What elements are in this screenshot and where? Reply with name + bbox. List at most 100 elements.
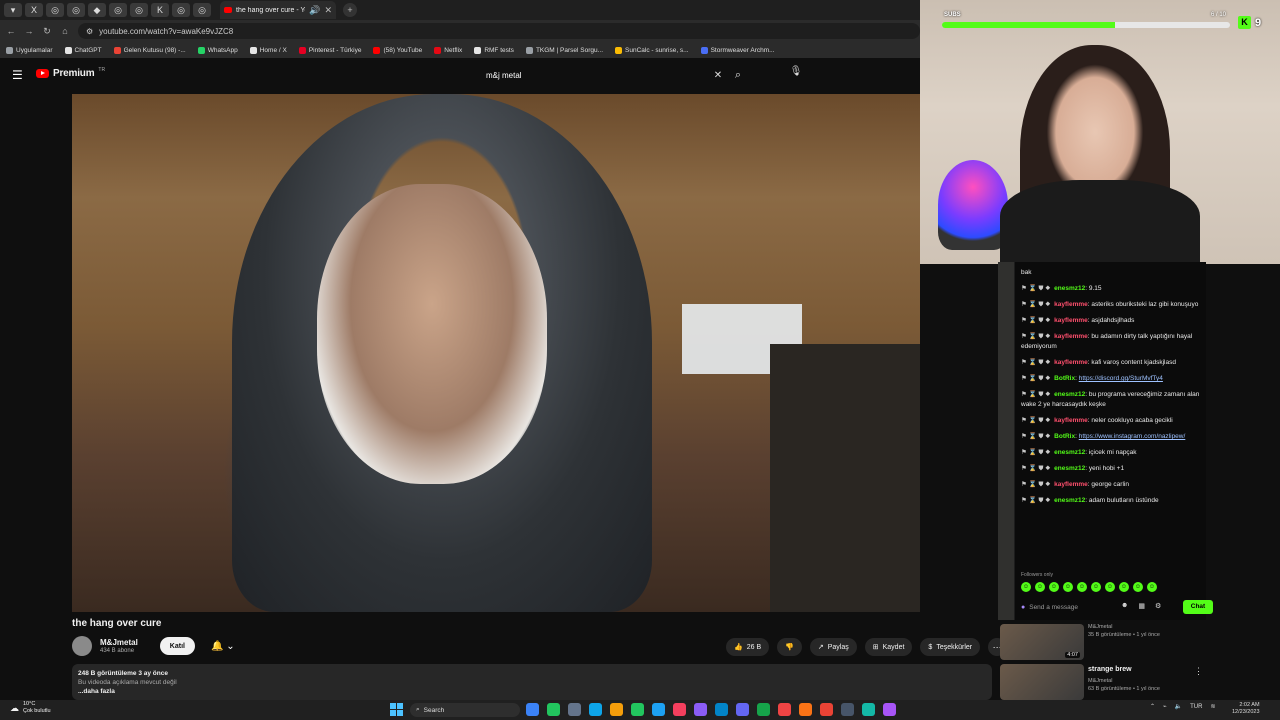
address-bar[interactable]: ⚙ youtube.com/watch?v=awaKe9vJZC8 bbox=[78, 23, 920, 39]
taskbar-app-icon[interactable] bbox=[631, 703, 644, 716]
bookmark-item[interactable]: Home / X bbox=[249, 46, 287, 54]
chat-username[interactable]: kayflemme bbox=[1054, 359, 1088, 366]
taskbar-app-icon[interactable] bbox=[715, 703, 728, 716]
taskbar-app-icon[interactable] bbox=[526, 703, 539, 716]
taskbar-app-icon[interactable] bbox=[757, 703, 770, 716]
chat-username[interactable]: enesmz12 bbox=[1054, 497, 1085, 504]
settings-icon[interactable]: ⚙ bbox=[1155, 602, 1161, 610]
video-player[interactable] bbox=[72, 94, 920, 612]
pinned-tab-icon[interactable]: ◎ bbox=[172, 3, 190, 17]
chat-username[interactable]: BotRix bbox=[1054, 433, 1075, 440]
voice-search-icon[interactable]: 🎙 bbox=[787, 66, 805, 84]
new-tab-icon[interactable]: + bbox=[343, 3, 357, 17]
taskbar-app-icon[interactable] bbox=[673, 703, 686, 716]
more-options-icon[interactable]: ⋮ bbox=[1194, 666, 1203, 677]
taskbar-app-icon[interactable] bbox=[736, 703, 749, 716]
save-button[interactable]: ⊞ Kaydet bbox=[864, 638, 913, 656]
emote-icon[interactable]: ☺ bbox=[1049, 582, 1059, 592]
taskbar-app-icon[interactable] bbox=[652, 703, 665, 716]
pinned-tab-icon[interactable]: ◎ bbox=[46, 3, 64, 17]
bookmark-item[interactable]: SunCalc - sunrise, s... bbox=[615, 46, 689, 54]
join-button[interactable]: Katıl bbox=[159, 637, 195, 655]
bookmark-item[interactable]: Netflix bbox=[434, 46, 462, 54]
taskbar-app-icon[interactable] bbox=[883, 703, 896, 716]
chat-username[interactable]: BotRix bbox=[1054, 375, 1075, 382]
volume-icon[interactable]: 🔈 bbox=[1175, 703, 1182, 710]
emote-icon[interactable]: ☺ bbox=[1077, 582, 1087, 592]
pinned-tab-icon[interactable]: ◎ bbox=[130, 3, 148, 17]
like-button[interactable]: 👍 26 B bbox=[726, 638, 770, 656]
emoji-icon[interactable]: ☻ bbox=[1121, 602, 1128, 610]
related-thumbnail[interactable]: 4:07 bbox=[1000, 624, 1084, 660]
pinned-tab-icon[interactable]: ◆ bbox=[88, 3, 106, 17]
emote-icon[interactable]: ☺ bbox=[1119, 582, 1129, 592]
chat-username[interactable]: enesmz12 bbox=[1054, 449, 1085, 456]
taskbar-app-icon[interactable] bbox=[799, 703, 812, 716]
chat-username[interactable]: kayflemme bbox=[1054, 481, 1088, 488]
chat-send-button[interactable]: Chat bbox=[1183, 600, 1213, 614]
chat-username[interactable]: kayflemme bbox=[1054, 333, 1088, 340]
emote-icon[interactable]: ☺ bbox=[1091, 582, 1101, 592]
chat-username[interactable]: enesmz12 bbox=[1054, 285, 1085, 292]
related-title[interactable]: strange brew bbox=[1088, 666, 1132, 673]
pinned-tab-icon[interactable]: ◎ bbox=[193, 3, 211, 17]
taskbar-search[interactable]: ⌕ Search bbox=[410, 703, 520, 717]
taskbar-app-icon[interactable] bbox=[610, 703, 623, 716]
pinned-tab-icon[interactable]: ◎ bbox=[67, 3, 85, 17]
bookmark-item[interactable]: (58) YouTube bbox=[373, 46, 422, 54]
bookmark-item[interactable]: WhatsApp bbox=[197, 46, 238, 54]
clock[interactable]: 2:02 AM 12/23/2023 bbox=[1232, 702, 1260, 716]
related-channel[interactable]: M&Jmetal bbox=[1088, 678, 1112, 684]
taskbar-app-icon[interactable] bbox=[820, 703, 833, 716]
thanks-button[interactable]: $ Teşekkürler bbox=[920, 638, 981, 656]
emote-icon[interactable]: ☺ bbox=[1133, 582, 1143, 592]
gift-icon[interactable]: ▦ bbox=[1138, 602, 1145, 610]
close-tab-icon[interactable]: ✕ bbox=[324, 5, 332, 16]
share-button[interactable]: ↗ Paylaş bbox=[809, 638, 857, 656]
forward-icon[interactable]: → bbox=[24, 26, 34, 36]
taskbar-app-icon[interactable] bbox=[589, 703, 602, 716]
pinned-tab-icon[interactable]: ◎ bbox=[109, 3, 127, 17]
related-video[interactable]: 4:07 M&Jmetal 35 B görüntüleme • 1 yıl önc… bbox=[998, 620, 1280, 660]
chat-username[interactable]: kayflemme bbox=[1054, 301, 1088, 308]
taskbar-app-icon[interactable] bbox=[841, 703, 854, 716]
chat-username[interactable]: enesmz12 bbox=[1054, 391, 1085, 398]
description-box[interactable]: 248 B görüntüleme 3 ay önce Bu videoda a… bbox=[72, 664, 992, 700]
speaker-icon[interactable]: 🔊 bbox=[309, 5, 320, 16]
bookmark-item[interactable]: Uygulamalar bbox=[6, 46, 53, 54]
taskbar-app-icon[interactable] bbox=[862, 703, 875, 716]
chat-link[interactable]: https://www.instagram.com/nazlipew/ bbox=[1079, 433, 1186, 440]
clear-search-icon[interactable]: ✕ bbox=[710, 70, 726, 81]
back-icon[interactable]: ← bbox=[6, 26, 16, 36]
bookmark-item[interactable]: RMF tests bbox=[474, 46, 514, 54]
emote-icon[interactable]: ☺ bbox=[1021, 582, 1031, 592]
network-icon[interactable]: ⌁ bbox=[1163, 703, 1167, 710]
home-icon[interactable]: ⌂ bbox=[60, 26, 70, 36]
emote-icon[interactable]: ☺ bbox=[1035, 582, 1045, 592]
chat-username[interactable]: kayflemme bbox=[1054, 317, 1088, 324]
taskbar-app-icon[interactable] bbox=[568, 703, 581, 716]
related-video[interactable]: strange brew M&Jmetal 63 B görüntüleme • 1… bbox=[998, 660, 1280, 700]
channel-avatar[interactable] bbox=[72, 636, 92, 656]
chat-username[interactable]: kayflemme bbox=[1054, 417, 1088, 424]
show-more-link[interactable]: ...daha fazla bbox=[78, 688, 986, 695]
pinned-tab-icon[interactable]: X bbox=[25, 3, 43, 17]
bookmark-item[interactable]: Gelen Kutusu (98) -... bbox=[113, 46, 186, 54]
tray-chevron-icon[interactable]: ⌃ bbox=[1150, 703, 1155, 710]
dislike-button[interactable]: 👎 bbox=[777, 638, 802, 656]
bookmark-item[interactable]: Pinterest - Türkiye bbox=[298, 46, 361, 54]
search-input[interactable] bbox=[478, 66, 710, 84]
chat-username[interactable]: enesmz12 bbox=[1054, 465, 1085, 472]
related-channel[interactable]: M&Jmetal bbox=[1088, 624, 1112, 630]
search-icon[interactable]: ⌕ bbox=[726, 69, 750, 82]
wifi-icon[interactable]: ≋ bbox=[1210, 703, 1215, 710]
notification-bell-icon[interactable]: 🔔 ⌄ bbox=[211, 641, 235, 652]
emote-icon[interactable]: ☺ bbox=[1147, 582, 1157, 592]
taskbar-app-icon[interactable] bbox=[547, 703, 560, 716]
bookmark-item[interactable]: TKGM | Parsel Sorgu... bbox=[525, 46, 603, 54]
taskbar-app-icon[interactable] bbox=[694, 703, 707, 716]
emote-icon[interactable]: ☺ bbox=[1063, 582, 1073, 592]
chat-mic-icon[interactable]: ● bbox=[1021, 604, 1025, 611]
reload-icon[interactable]: ↻ bbox=[42, 26, 52, 37]
active-tab[interactable]: the hang over cure - YouTube 🔊 ✕ bbox=[220, 1, 336, 19]
